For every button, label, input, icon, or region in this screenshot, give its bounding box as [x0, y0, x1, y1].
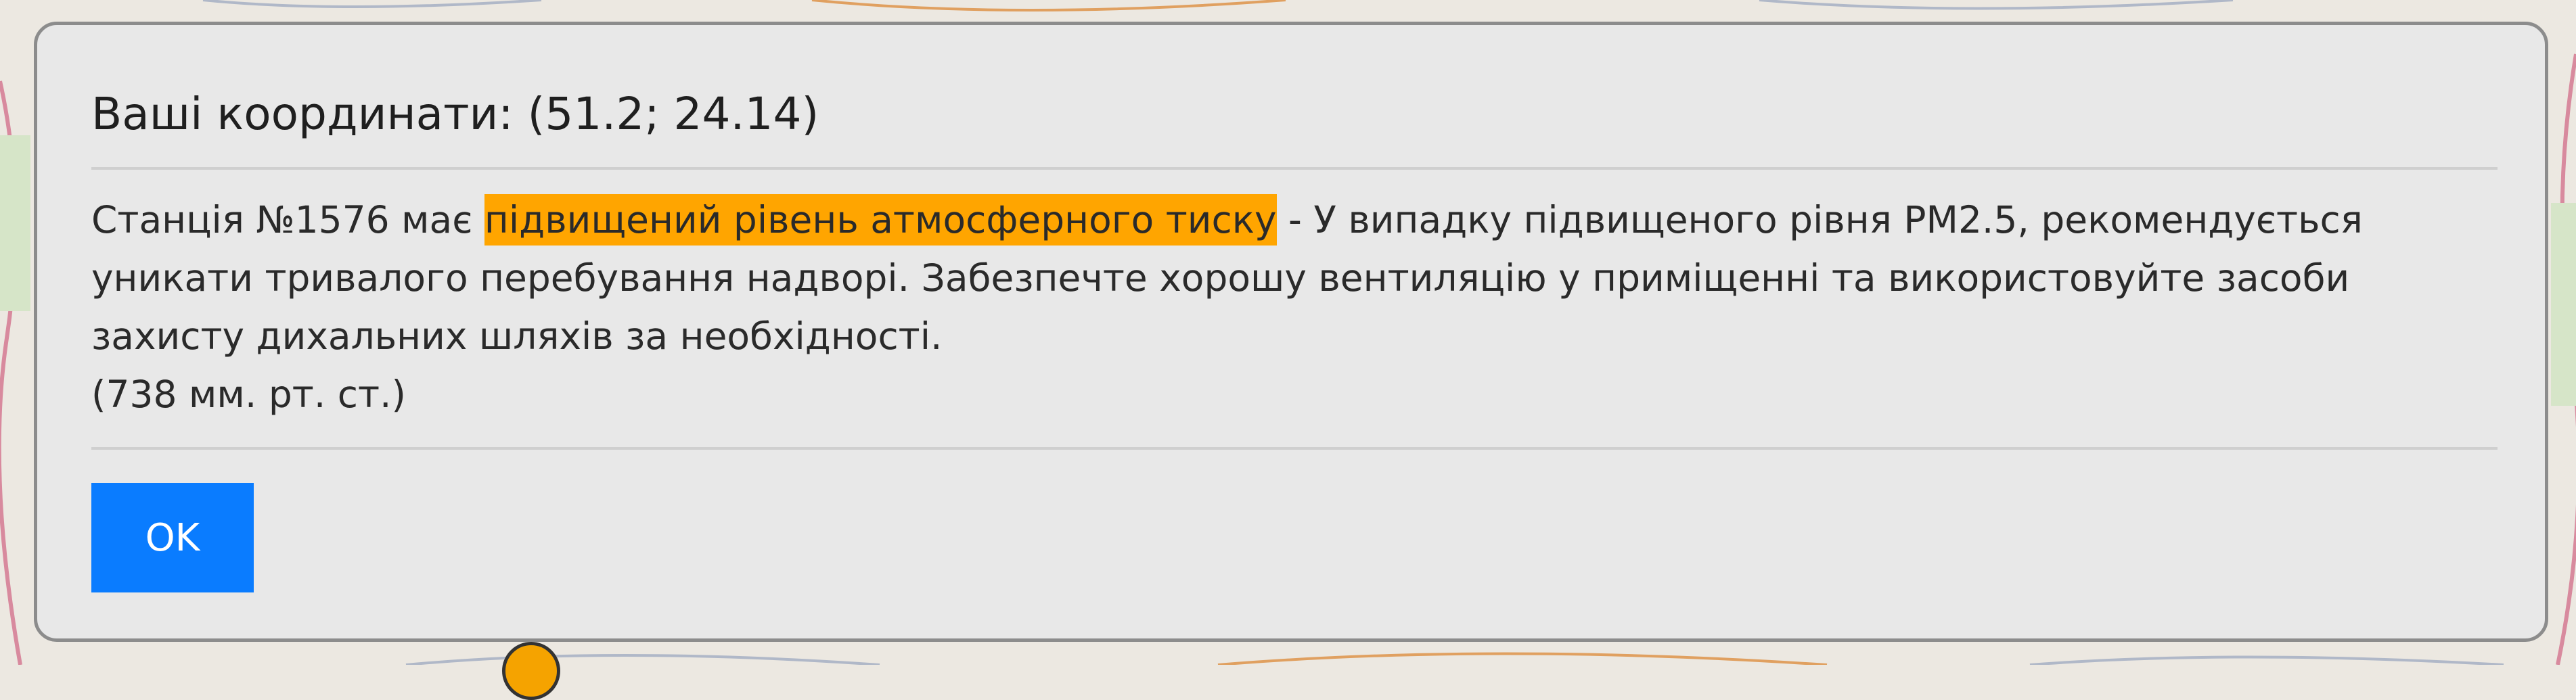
pressure-status-highlight: підвищений рівень атмосферного тиску	[484, 194, 1277, 246]
footer-divider	[91, 447, 2498, 450]
message-prefix: Станція №1576 має	[91, 198, 473, 241]
dialog-body: Станція №1576 має підвищений рівень атмо…	[91, 191, 2500, 423]
station-message: Станція №1576 має підвищений рівень атмо…	[91, 191, 2500, 365]
ok-button[interactable]: OK	[91, 483, 254, 592]
alert-dialog: Ваші координати: (51.2; 24.14) Станція №…	[34, 22, 2548, 642]
station-marker[interactable]	[502, 642, 560, 700]
pressure-value: (738 мм. рт. ст.)	[91, 373, 407, 416]
dialog-title: Ваші координати: (51.2; 24.14)	[91, 88, 819, 140]
title-divider	[91, 167, 2498, 170]
